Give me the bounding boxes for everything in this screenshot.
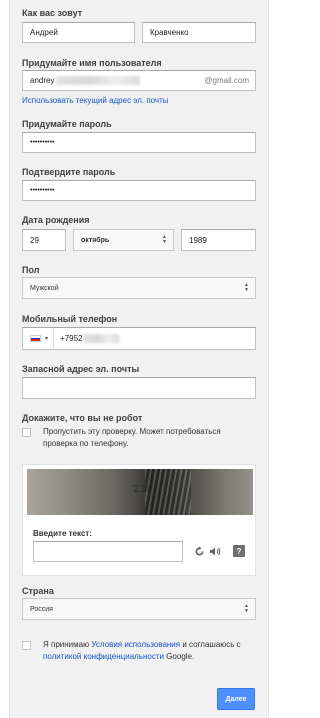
privacy-policy-link[interactable]: политикой конфиденциальности	[43, 652, 164, 661]
terms-of-service-link[interactable]: Условия использования	[91, 640, 180, 649]
caret-down-icon: ▾	[45, 336, 49, 342]
birthdate-label: Дата рождения	[22, 215, 90, 225]
name-label: Как вас зовут	[22, 8, 83, 18]
username-label: Придумайте имя пользователя	[22, 58, 162, 68]
terms-middle: и соглашаюсь с	[180, 640, 241, 649]
confirm-password-label: Подтвердите пароль	[22, 167, 116, 177]
password-input[interactable]: ••••••••••	[22, 132, 256, 153]
phone-label: Мобильный телефон	[22, 314, 118, 324]
password-label: Придумайте пароль	[22, 119, 112, 129]
chevron-updown-icon: ▲ ▼	[162, 234, 167, 245]
gender-label: Пол	[22, 265, 40, 275]
country-value: Россия	[30, 605, 53, 613]
birth-day-input[interactable]: 29	[22, 229, 66, 251]
birth-month-select[interactable]: октябрь ▲ ▼	[73, 229, 174, 251]
gender-select[interactable]: Мужской ▲ ▼	[22, 277, 256, 299]
terms-prefix: Я принимаю	[43, 640, 92, 649]
redacted-phone	[83, 334, 120, 343]
chevron-updown-icon: ▲ ▼	[244, 603, 249, 614]
phone-input[interactable]: ▾ +7952	[22, 327, 256, 350]
captcha-input[interactable]	[33, 541, 183, 562]
robot-check-label: Докажите, что вы не робот	[22, 413, 143, 423]
first-name-input[interactable]: Андрей	[22, 22, 135, 43]
captcha-enter-text-label: Введите текст:	[33, 529, 92, 538]
skip-verification-checkbox[interactable]	[22, 428, 31, 437]
russia-flag-icon	[30, 335, 41, 342]
backup-email-label: Запасной адрес эл. почты	[22, 364, 140, 374]
use-current-email-link[interactable]: Использовать текущий адрес эл. почты	[22, 96, 169, 105]
country-code-dropdown[interactable]: ▾	[23, 328, 55, 349]
captcha-image: 238	[27, 469, 253, 515]
last-name-input[interactable]: Кравченко	[142, 22, 256, 43]
gmail-suffix: @gmail.com	[204, 76, 249, 85]
gender-value: Мужской	[30, 284, 59, 292]
refresh-icon[interactable]	[193, 545, 205, 557]
help-icon[interactable]: ?	[233, 545, 245, 557]
country-select[interactable]: Россия ▲ ▼	[22, 598, 256, 620]
next-button[interactable]: Далее	[217, 688, 255, 710]
captcha-word: 238	[133, 485, 154, 495]
skip-verification-text: Пропустить эту проверку. Может потребова…	[43, 427, 221, 448]
redacted-username	[56, 76, 141, 85]
username-value: andrey	[30, 76, 55, 85]
terms-suffix: Google.	[163, 652, 195, 661]
username-input[interactable]: andrey @gmail.com	[22, 70, 256, 91]
audio-icon[interactable]	[209, 545, 221, 557]
backup-email-input[interactable]	[22, 377, 256, 399]
chevron-updown-icon: ▲ ▼	[244, 282, 249, 293]
terms-text: Я принимаю Условия использования и согла…	[43, 639, 243, 663]
country-label: Страна	[22, 586, 54, 596]
confirm-password-input[interactable]: ••••••••••	[22, 180, 256, 201]
phone-number-value: +7952	[60, 334, 83, 343]
birth-year-input[interactable]: 1989	[181, 229, 256, 251]
birth-month-value: октябрь	[81, 236, 110, 244]
accept-terms-checkbox[interactable]	[22, 641, 31, 650]
captcha-widget: 238 Введите текст: ?	[22, 464, 256, 576]
